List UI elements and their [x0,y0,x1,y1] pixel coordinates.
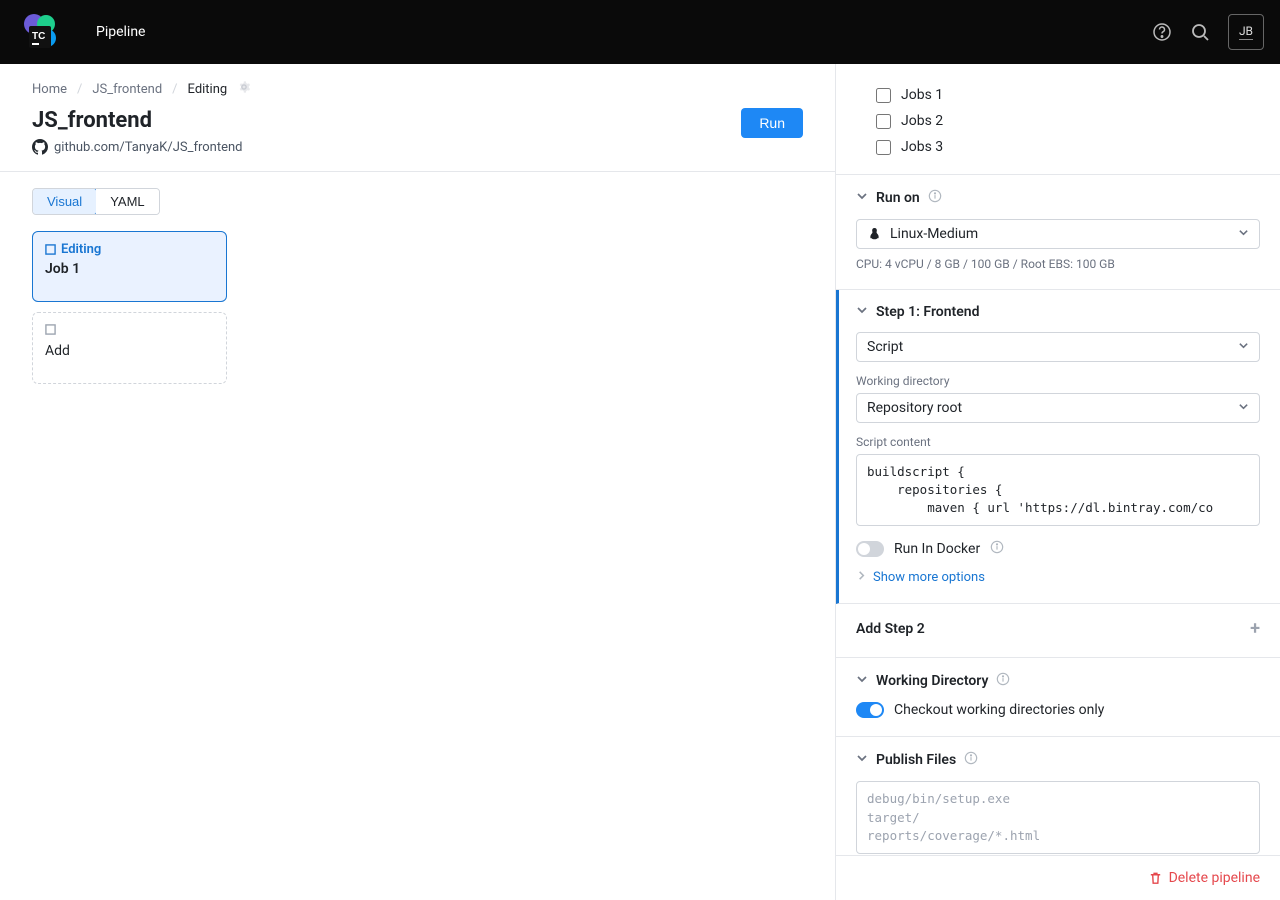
dependencies-title: Dependencies [876,64,965,65]
publish-files-input[interactable]: debug/bin/setup.exe target/ reports/cove… [856,781,1260,853]
app-logo[interactable]: TC [16,8,64,56]
dep-job-3[interactable]: Jobs 3 [856,134,1260,160]
run-on-specs: CPU: 4 vCPU / 8 GB / 100 GB / Root EBS: … [856,257,1260,271]
add-label: Add [45,343,214,359]
checkout-toggle[interactable] [856,702,884,718]
run-on-header[interactable]: Run on [856,189,1260,207]
breadcrumb: Home / JS_frontend / Editing [32,80,803,98]
add-step-button[interactable]: Add Step 2 + [856,618,1260,639]
view-toggle: Visual YAML [32,188,160,215]
dep-job-1[interactable]: Jobs 1 [856,82,1260,108]
docker-label: Run In Docker [894,541,980,557]
show-more-options[interactable]: Show more options [856,570,1260,585]
chevron-down-icon [856,752,868,768]
job-card-1[interactable]: Editing Job 1 [32,231,227,302]
job-name: Job 1 [45,261,214,277]
trash-icon [1148,871,1163,886]
checkout-label: Checkout working directories only [894,702,1104,718]
repo-url: github.com/TanyaK/JS_frontend [54,140,243,155]
docker-toggle[interactable] [856,541,884,557]
svg-text:TC: TC [32,31,45,42]
app-header: TC Pipeline JB [0,0,1280,64]
gear-icon[interactable] [237,80,251,98]
wd-label: Working directory [856,374,1260,388]
chevron-down-icon [856,190,868,206]
repo-link[interactable]: github.com/TanyaK/JS_frontend [32,139,243,155]
chevron-down-icon [856,304,868,320]
chevron-down-icon [1238,339,1249,355]
nav-pipeline[interactable]: Pipeline [96,24,146,40]
chevron-down-icon [856,64,868,65]
info-icon[interactable] [996,672,1010,690]
help-icon[interactable] [1152,22,1172,42]
editing-badge: Editing [45,242,214,257]
step1-header[interactable]: Step 1: Frontend [856,304,1260,320]
tab-yaml[interactable]: YAML [96,189,158,214]
info-icon[interactable] [928,189,942,207]
tab-visual[interactable]: Visual [32,188,97,215]
publish-header[interactable]: Publish Files [856,751,1260,769]
sc-label: Script content [856,435,1260,449]
step-type-select[interactable]: Script [856,332,1260,362]
dep-job-2[interactable]: Jobs 2 [856,108,1260,134]
square-icon [45,323,214,339]
chevron-down-icon [1238,226,1249,242]
plus-icon: + [1250,618,1260,639]
chevron-right-icon [856,570,867,585]
wd-select[interactable]: Repository root [856,393,1260,423]
search-icon[interactable] [1190,22,1210,42]
add-job-card[interactable]: Add [32,312,227,384]
breadcrumb-current: Editing [188,82,228,97]
github-icon [32,139,48,155]
info-icon[interactable] [990,540,1004,558]
breadcrumb-home[interactable]: Home [32,82,67,97]
avatar-initials: JB [1239,24,1253,40]
delete-pipeline-button[interactable]: Delete pipeline [1148,870,1260,886]
square-icon [45,244,56,255]
right-pane: Dependencies Jobs 1 Jobs 2 Jobs 3 Run on… [836,64,1280,900]
chevron-down-icon [1238,400,1249,416]
info-icon[interactable] [964,751,978,769]
chevron-down-icon [856,673,868,689]
breadcrumb-project[interactable]: JS_frontend [92,82,162,97]
working-dir-header[interactable]: Working Directory [856,672,1260,690]
run-button[interactable]: Run [741,108,803,138]
user-avatar[interactable]: JB [1228,14,1264,50]
linux-icon [867,227,882,242]
page-title: JS_frontend [32,108,243,133]
left-pane: Home / JS_frontend / Editing JS_frontend… [0,64,836,900]
script-content[interactable]: buildscript { repositories { maven { url… [856,454,1260,526]
run-on-select[interactable]: Linux-Medium [856,219,1260,249]
